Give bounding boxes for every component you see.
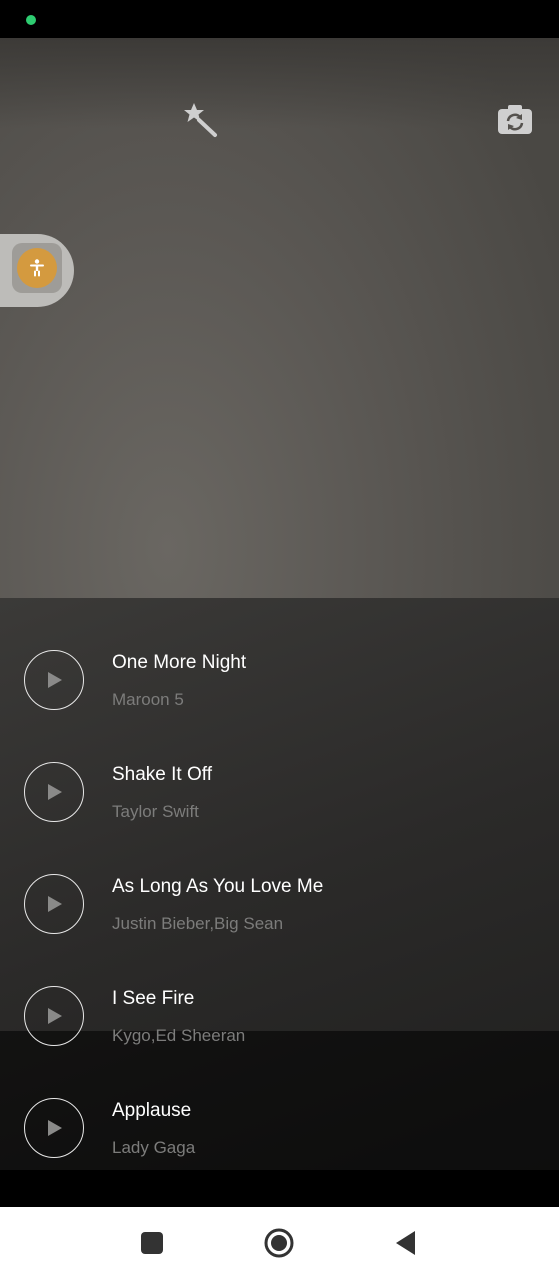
home-icon — [264, 1228, 294, 1258]
status-dot-icon — [26, 15, 36, 25]
status-bar — [0, 0, 559, 38]
navigation-bar — [0, 1207, 559, 1280]
song-item[interactable]: Applause Lady Gaga — [0, 1058, 559, 1170]
home-button[interactable] — [261, 1225, 297, 1261]
song-artist: Taylor Swift — [112, 802, 199, 821]
back-button[interactable] — [388, 1225, 424, 1261]
accessibility-icon — [17, 248, 57, 288]
song-item[interactable]: Shake It Off Taylor Swift — [0, 722, 559, 834]
screen: One More Night Maroon 5 Shake It Off Tay… — [0, 0, 559, 1280]
play-icon — [48, 784, 62, 800]
song-artist: Kygo,Ed Sheeran — [112, 1026, 246, 1045]
song-item[interactable]: One More Night Maroon 5 — [0, 610, 559, 722]
song-item[interactable]: As Long As You Love Me Justin Bieber,Big… — [0, 834, 559, 946]
play-icon — [48, 896, 62, 912]
side-panel-handle[interactable] — [0, 234, 74, 307]
song-title: I See Fire — [112, 988, 195, 1009]
recents-button[interactable] — [134, 1225, 170, 1261]
play-button[interactable] — [24, 874, 84, 934]
play-icon — [48, 1120, 62, 1136]
back-icon — [396, 1231, 415, 1255]
accessibility-button[interactable] — [12, 243, 62, 293]
flip-camera-icon[interactable] — [496, 102, 534, 138]
song-artist: Maroon 5 — [112, 690, 184, 709]
play-icon — [48, 672, 62, 688]
play-icon — [48, 1008, 62, 1024]
magic-wand-icon[interactable] — [180, 100, 220, 140]
play-button[interactable] — [24, 1098, 84, 1158]
song-title: As Long As You Love Me — [112, 876, 324, 897]
song-title: One More Night — [112, 652, 247, 673]
song-artist: Lady Gaga — [112, 1138, 196, 1157]
play-button[interactable] — [24, 986, 84, 1046]
recents-icon — [141, 1232, 163, 1254]
song-list: One More Night Maroon 5 Shake It Off Tay… — [0, 610, 559, 1170]
song-item[interactable]: I See Fire Kygo,Ed Sheeran — [0, 946, 559, 1058]
song-artist: Justin Bieber,Big Sean — [112, 914, 284, 933]
play-button[interactable] — [24, 650, 84, 710]
song-title: Shake It Off — [112, 764, 212, 785]
song-title: Applause — [112, 1100, 192, 1121]
play-button[interactable] — [24, 762, 84, 822]
